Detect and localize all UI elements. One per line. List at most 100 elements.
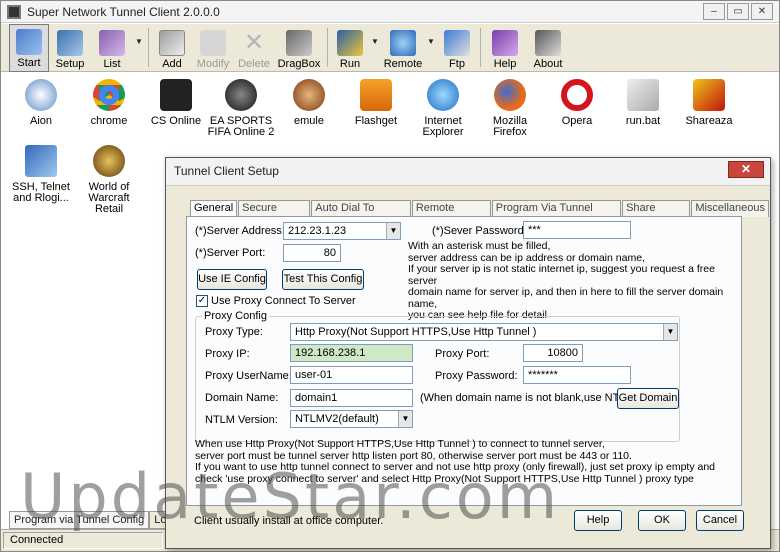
chevron-down-icon[interactable]: ▼ xyxy=(386,223,400,239)
tab-program-via-tunnel[interactable]: Program Via Tunnel Config xyxy=(491,200,622,229)
program-label: Internet Explorer xyxy=(422,115,464,138)
program-label: emule xyxy=(294,115,324,127)
list-dropdown-icon[interactable]: ▼ xyxy=(133,24,145,72)
server-password-field[interactable]: *** xyxy=(523,221,631,239)
use-ie-config-button[interactable]: Use IE Config xyxy=(197,269,267,290)
program-wow[interactable]: World of Warcraft Retail xyxy=(74,145,144,215)
cancel-button[interactable]: Cancel xyxy=(696,510,744,531)
shareaza-icon xyxy=(693,79,725,111)
program-fifa[interactable]: EA SPORTS FIFA Online 2 xyxy=(206,79,276,138)
run-dropdown-icon[interactable]: ▼ xyxy=(369,24,381,72)
internet-explorer-icon xyxy=(427,79,459,111)
program-chrome[interactable]: chrome xyxy=(74,79,144,127)
run-icon xyxy=(337,30,363,56)
about-button[interactable]: About xyxy=(526,24,570,72)
proxy-ip-field[interactable]: 192.168.238.1 xyxy=(290,344,413,362)
warcraft-icon xyxy=(93,145,125,177)
program-label: EA SPORTS FIFA Online 2 xyxy=(207,115,275,138)
ftp-folder-icon xyxy=(444,30,470,56)
proxy-port-field[interactable]: 10800 xyxy=(523,344,583,362)
chevron-down-icon[interactable]: ▼ xyxy=(663,324,677,340)
modify-button[interactable]: Modify xyxy=(192,24,234,72)
server-hint-text: With an asterisk must be filled, server … xyxy=(408,240,724,321)
about-document-icon xyxy=(535,30,561,56)
remote-dropdown-icon[interactable]: ▼ xyxy=(425,24,437,72)
program-flashget[interactable]: Flashget xyxy=(341,79,411,127)
program-label: Opera xyxy=(561,115,593,127)
maximize-button[interactable]: ▭ xyxy=(727,3,749,20)
tab-share-tunnel[interactable]: Share Tunnel xyxy=(622,200,691,229)
program-internet-explorer[interactable]: Internet Explorer xyxy=(408,79,478,138)
program-cs-online[interactable]: CS Online xyxy=(141,79,211,127)
dialog-title: Tunnel Client Setup xyxy=(174,164,279,178)
tab-remote-control[interactable]: Remote Control xyxy=(411,200,491,229)
app-icon xyxy=(7,4,21,19)
program-label: CS Online xyxy=(150,115,202,127)
get-domain-button[interactable]: Get Domain xyxy=(617,388,679,409)
use-proxy-checkbox[interactable]: ✓ xyxy=(196,295,208,307)
chrome-icon xyxy=(93,79,125,111)
proxy-username-field[interactable]: user-01 xyxy=(290,366,413,384)
tab-program-via-tunnel-config[interactable]: Program via Tunnel Config xyxy=(9,511,150,529)
tab-miscellaneous[interactable]: Miscellaneous xyxy=(691,200,770,217)
program-label: Aion xyxy=(29,115,53,127)
help-button[interactable]: Help xyxy=(484,24,526,72)
tab-general[interactable]: General xyxy=(190,200,238,217)
program-label: World of Warcraft Retail xyxy=(88,181,130,215)
program-run-bat[interactable]: run.bat xyxy=(608,79,678,127)
dialog-close-button[interactable]: ✕ xyxy=(728,161,764,178)
emule-icon xyxy=(293,79,325,111)
use-proxy-label: Use Proxy Connect To Server xyxy=(211,295,356,307)
tab-auto-dial[interactable]: Auto Dial To Internet xyxy=(311,200,411,229)
list-button[interactable]: List xyxy=(91,24,133,72)
server-address-combo[interactable]: 212.23.1.23 ▼ xyxy=(283,222,401,240)
ntlm-version-select[interactable]: NTLMV2(default) ▼ xyxy=(290,410,413,428)
title-bar: Super Network Tunnel Client 2.0.0.0 – ▭ … xyxy=(1,1,779,23)
ssh-network-icon xyxy=(25,145,57,177)
close-window-button[interactable]: ✕ xyxy=(751,3,773,20)
server-port-label: (*)Server Port: xyxy=(195,247,266,259)
run-button[interactable]: Run xyxy=(331,24,369,72)
program-firefox[interactable]: Mozilla Firefox xyxy=(475,79,545,138)
program-ssh[interactable]: SSH, Telnet and Rlogi... xyxy=(6,145,76,204)
domain-note: (When domain name is not blank,use NTLM) xyxy=(420,392,639,404)
proxy-type-select[interactable]: Http Proxy(Not Support HTTPS,Use Http Tu… xyxy=(290,323,678,341)
dragbox-button[interactable]: DragBox xyxy=(274,24,324,72)
proxy-port-label: Proxy Port: xyxy=(435,348,490,360)
test-config-button[interactable]: Test This Config xyxy=(282,269,364,290)
dialog-tabs: General Secure Config Auto Dial To Inter… xyxy=(190,200,770,229)
program-label: SSH, Telnet and Rlogi... xyxy=(12,181,70,204)
chevron-down-icon[interactable]: ▼ xyxy=(398,411,412,427)
delete-button[interactable]: ✕ Delete xyxy=(234,24,274,72)
server-port-field[interactable]: 80 xyxy=(283,244,341,262)
notepad-add-icon xyxy=(159,30,185,56)
remote-button[interactable]: Remote xyxy=(381,24,425,72)
ea-sports-icon xyxy=(225,79,257,111)
remote-label: Remote xyxy=(383,58,423,70)
modify-label: Modify xyxy=(196,58,230,70)
add-button[interactable]: Add xyxy=(152,24,192,72)
program-shareaza[interactable]: Shareaza xyxy=(674,79,744,127)
firefox-icon xyxy=(494,79,526,111)
dragbox-label: DragBox xyxy=(277,58,321,70)
minimize-button[interactable]: – xyxy=(703,3,725,20)
domain-name-field[interactable]: domain1 xyxy=(290,389,413,407)
remote-globe-icon xyxy=(390,30,416,56)
opera-icon xyxy=(561,79,593,111)
program-aion[interactable]: Aion xyxy=(6,79,76,127)
setup-button[interactable]: Setup xyxy=(49,24,91,72)
setup-label: Setup xyxy=(55,58,85,70)
program-opera[interactable]: Opera xyxy=(542,79,612,127)
batch-file-icon xyxy=(627,79,659,111)
program-emule[interactable]: emule xyxy=(274,79,344,127)
start-button[interactable]: Start xyxy=(9,24,49,72)
help-dialog-button[interactable]: Help xyxy=(574,510,622,531)
ftp-button[interactable]: Ftp xyxy=(437,24,477,72)
server-password-label: (*)Sever Password: xyxy=(432,225,527,237)
tab-secure-config[interactable]: Secure Config xyxy=(238,200,311,229)
ok-button[interactable]: OK xyxy=(638,510,686,531)
run-label: Run xyxy=(339,58,361,70)
dragbox-icon xyxy=(286,30,312,56)
program-label: Mozilla Firefox xyxy=(492,115,528,138)
proxy-password-field[interactable]: ******* xyxy=(523,366,631,384)
